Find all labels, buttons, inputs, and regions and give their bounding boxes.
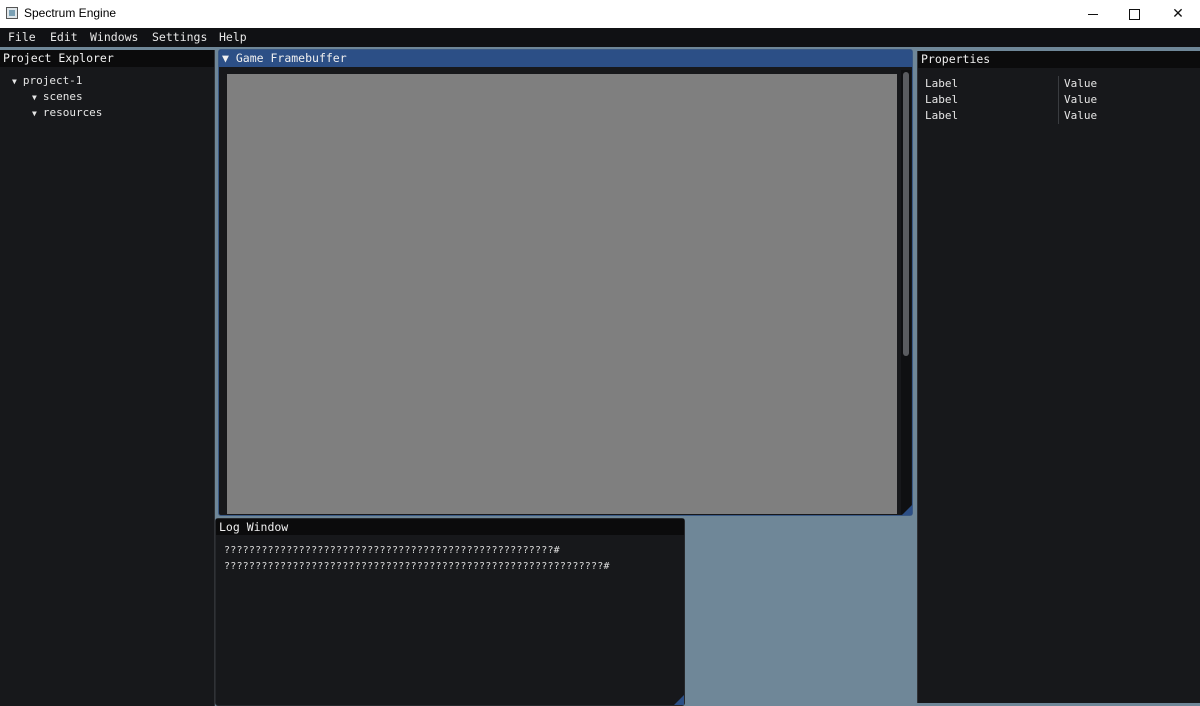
- project-explorer-title[interactable]: Project Explorer: [0, 50, 214, 67]
- menu-file[interactable]: File: [8, 30, 36, 44]
- window-title: Spectrum Engine: [24, 6, 117, 20]
- maximize-button[interactable]: [1112, 0, 1156, 28]
- tree-item-scenes[interactable]: ▼ scenes: [32, 90, 83, 103]
- title-bar: Spectrum Engine ✕: [0, 0, 1200, 28]
- log-window-panel: Log Window ?????????????????????????????…: [215, 518, 685, 706]
- resize-grip-icon[interactable]: [674, 695, 684, 705]
- menu-help[interactable]: Help: [219, 30, 247, 44]
- property-value: Value: [1064, 93, 1098, 106]
- properties-panel: Properties Label Value Label Value Label…: [917, 51, 1200, 703]
- close-button[interactable]: ✕: [1156, 0, 1200, 28]
- property-value: Value: [1064, 77, 1098, 90]
- menu-settings[interactable]: Settings: [152, 30, 207, 44]
- tree-item-resources[interactable]: ▼ resources: [32, 106, 102, 119]
- maximize-icon: [1128, 8, 1140, 20]
- expand-arrow-icon[interactable]: ▼: [12, 77, 17, 86]
- log-window-title[interactable]: Log Window: [216, 519, 684, 535]
- property-label: Label: [925, 109, 959, 122]
- column-divider[interactable]: [1058, 76, 1059, 92]
- menu-edit[interactable]: Edit: [50, 30, 78, 44]
- game-framebuffer-panel: ▼ Game Framebuffer: [218, 49, 913, 516]
- property-value: Value: [1064, 109, 1098, 122]
- resize-grip-icon[interactable]: [902, 505, 912, 515]
- column-divider[interactable]: [1058, 92, 1059, 108]
- tree-item-label: project-1: [22, 74, 83, 87]
- close-icon: ✕: [1172, 6, 1184, 22]
- log-line: ????????????????????????????????????????…: [224, 545, 560, 556]
- expand-arrow-icon[interactable]: ▼: [32, 109, 37, 118]
- log-line: ????????????????????????????????????????…: [224, 561, 610, 572]
- minimize-button[interactable]: [1071, 0, 1115, 28]
- properties-title[interactable]: Properties: [918, 51, 1200, 68]
- tree-item-project[interactable]: ▼ project-1: [12, 74, 82, 87]
- menu-bar: File Edit Windows Settings Help: [0, 28, 1200, 47]
- app-icon: [6, 7, 18, 19]
- collapse-arrow-icon[interactable]: ▼: [222, 51, 229, 65]
- framebuffer-title: Game Framebuffer: [235, 51, 347, 65]
- vertical-scrollbar[interactable]: [901, 70, 911, 514]
- property-label: Label: [925, 77, 959, 90]
- project-explorer-panel: Project Explorer ▼ project-1 ▼ scenes ▼ res…: [0, 50, 215, 706]
- minimize-icon: [1088, 13, 1098, 15]
- column-divider[interactable]: [1058, 108, 1059, 124]
- framebuffer-viewport[interactable]: [227, 74, 897, 514]
- property-label: Label: [925, 93, 959, 106]
- tree-item-label: resources: [42, 106, 103, 119]
- expand-arrow-icon[interactable]: ▼: [32, 93, 37, 102]
- menu-windows[interactable]: Windows: [90, 30, 138, 44]
- framebuffer-title-bar[interactable]: ▼ Game Framebuffer: [219, 50, 912, 67]
- scrollbar-thumb[interactable]: [903, 72, 909, 356]
- tree-item-label: scenes: [42, 90, 83, 103]
